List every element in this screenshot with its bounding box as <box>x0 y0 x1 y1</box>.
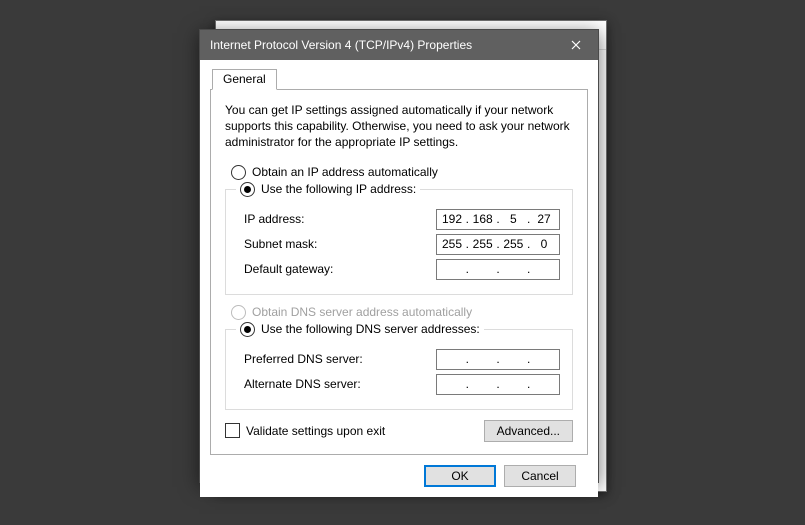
ip-address-octet-4[interactable] <box>531 212 557 226</box>
gateway-octet-1[interactable] <box>439 262 465 276</box>
tab-general[interactable]: General <box>212 69 277 90</box>
label-default-gateway: Default gateway: <box>238 262 436 276</box>
row-alternate-dns: Alternate DNS server: . . . <box>238 374 560 395</box>
close-button[interactable] <box>554 30 598 60</box>
input-ip-address[interactable]: . . . <box>436 209 560 230</box>
radio-ip-auto[interactable]: Obtain an IP address automatically <box>231 165 573 180</box>
ip-address-octet-1[interactable] <box>439 212 465 226</box>
ip-address-octet-3[interactable] <box>500 212 526 226</box>
subnet-octet-4[interactable] <box>531 237 557 251</box>
input-subnet-mask[interactable]: . . . <box>436 234 560 255</box>
window-title: Internet Protocol Version 4 (TCP/IPv4) P… <box>210 38 554 52</box>
radio-dns-manual-label: Use the following DNS server addresses: <box>261 322 480 336</box>
label-validate: Validate settings upon exit <box>246 424 385 438</box>
group-dns-manual: Use the following DNS server addresses: … <box>225 322 573 410</box>
radio-icon <box>240 182 255 197</box>
subnet-octet-3[interactable] <box>500 237 526 251</box>
radio-icon <box>231 165 246 180</box>
label-ip-address: IP address: <box>238 212 436 226</box>
ip-address-octet-2[interactable] <box>470 212 496 226</box>
dialog-button-bar: OK Cancel <box>210 455 588 487</box>
input-alternate-dns[interactable]: . . . <box>436 374 560 395</box>
radio-dns-auto: Obtain DNS server address automatically <box>231 305 573 320</box>
input-default-gateway[interactable]: . . . <box>436 259 560 280</box>
advanced-button[interactable]: Advanced... <box>484 420 573 442</box>
label-subnet-mask: Subnet mask: <box>238 237 436 251</box>
client-area: General You can get IP settings assigned… <box>200 60 598 497</box>
alternate-dns-octet-1[interactable] <box>439 377 465 391</box>
label-preferred-dns: Preferred DNS server: <box>238 352 436 366</box>
tab-panel-general: You can get IP settings assigned automat… <box>210 89 588 455</box>
alternate-dns-octet-4[interactable] <box>531 377 557 391</box>
checkbox-validate[interactable] <box>225 423 240 438</box>
group-ip-manual: Use the following IP address: IP address… <box>225 182 573 295</box>
radio-dns-auto-label: Obtain DNS server address automatically <box>252 305 472 319</box>
alternate-dns-octet-2[interactable] <box>470 377 496 391</box>
input-preferred-dns[interactable]: . . . <box>436 349 560 370</box>
gateway-octet-4[interactable] <box>531 262 557 276</box>
preferred-dns-octet-1[interactable] <box>439 352 465 366</box>
properties-dialog: Internet Protocol Version 4 (TCP/IPv4) P… <box>199 29 599 483</box>
gateway-octet-3[interactable] <box>500 262 526 276</box>
row-subnet-mask: Subnet mask: . . . <box>238 234 560 255</box>
radio-ip-manual[interactable]: Use the following IP address: <box>240 182 416 197</box>
subnet-octet-1[interactable] <box>439 237 465 251</box>
label-alternate-dns: Alternate DNS server: <box>238 377 436 391</box>
row-preferred-dns: Preferred DNS server: . . . <box>238 349 560 370</box>
gateway-octet-2[interactable] <box>470 262 496 276</box>
radio-icon <box>240 322 255 337</box>
radio-icon <box>231 305 246 320</box>
radio-dns-manual[interactable]: Use the following DNS server addresses: <box>240 322 480 337</box>
radio-ip-auto-label: Obtain an IP address automatically <box>252 165 438 179</box>
alternate-dns-octet-3[interactable] <box>500 377 526 391</box>
preferred-dns-octet-2[interactable] <box>470 352 496 366</box>
radio-ip-manual-label: Use the following IP address: <box>261 182 416 196</box>
row-default-gateway: Default gateway: . . . <box>238 259 560 280</box>
row-ip-address: IP address: . . . <box>238 209 560 230</box>
intro-text: You can get IP settings assigned automat… <box>225 102 573 151</box>
cancel-button[interactable]: Cancel <box>504 465 576 487</box>
tabstrip: General <box>210 68 588 90</box>
subnet-octet-2[interactable] <box>470 237 496 251</box>
titlebar: Internet Protocol Version 4 (TCP/IPv4) P… <box>200 30 598 60</box>
close-icon <box>571 40 581 50</box>
preferred-dns-octet-3[interactable] <box>500 352 526 366</box>
bottom-row: Validate settings upon exit Advanced... <box>225 420 573 442</box>
ok-button[interactable]: OK <box>424 465 496 487</box>
preferred-dns-octet-4[interactable] <box>531 352 557 366</box>
